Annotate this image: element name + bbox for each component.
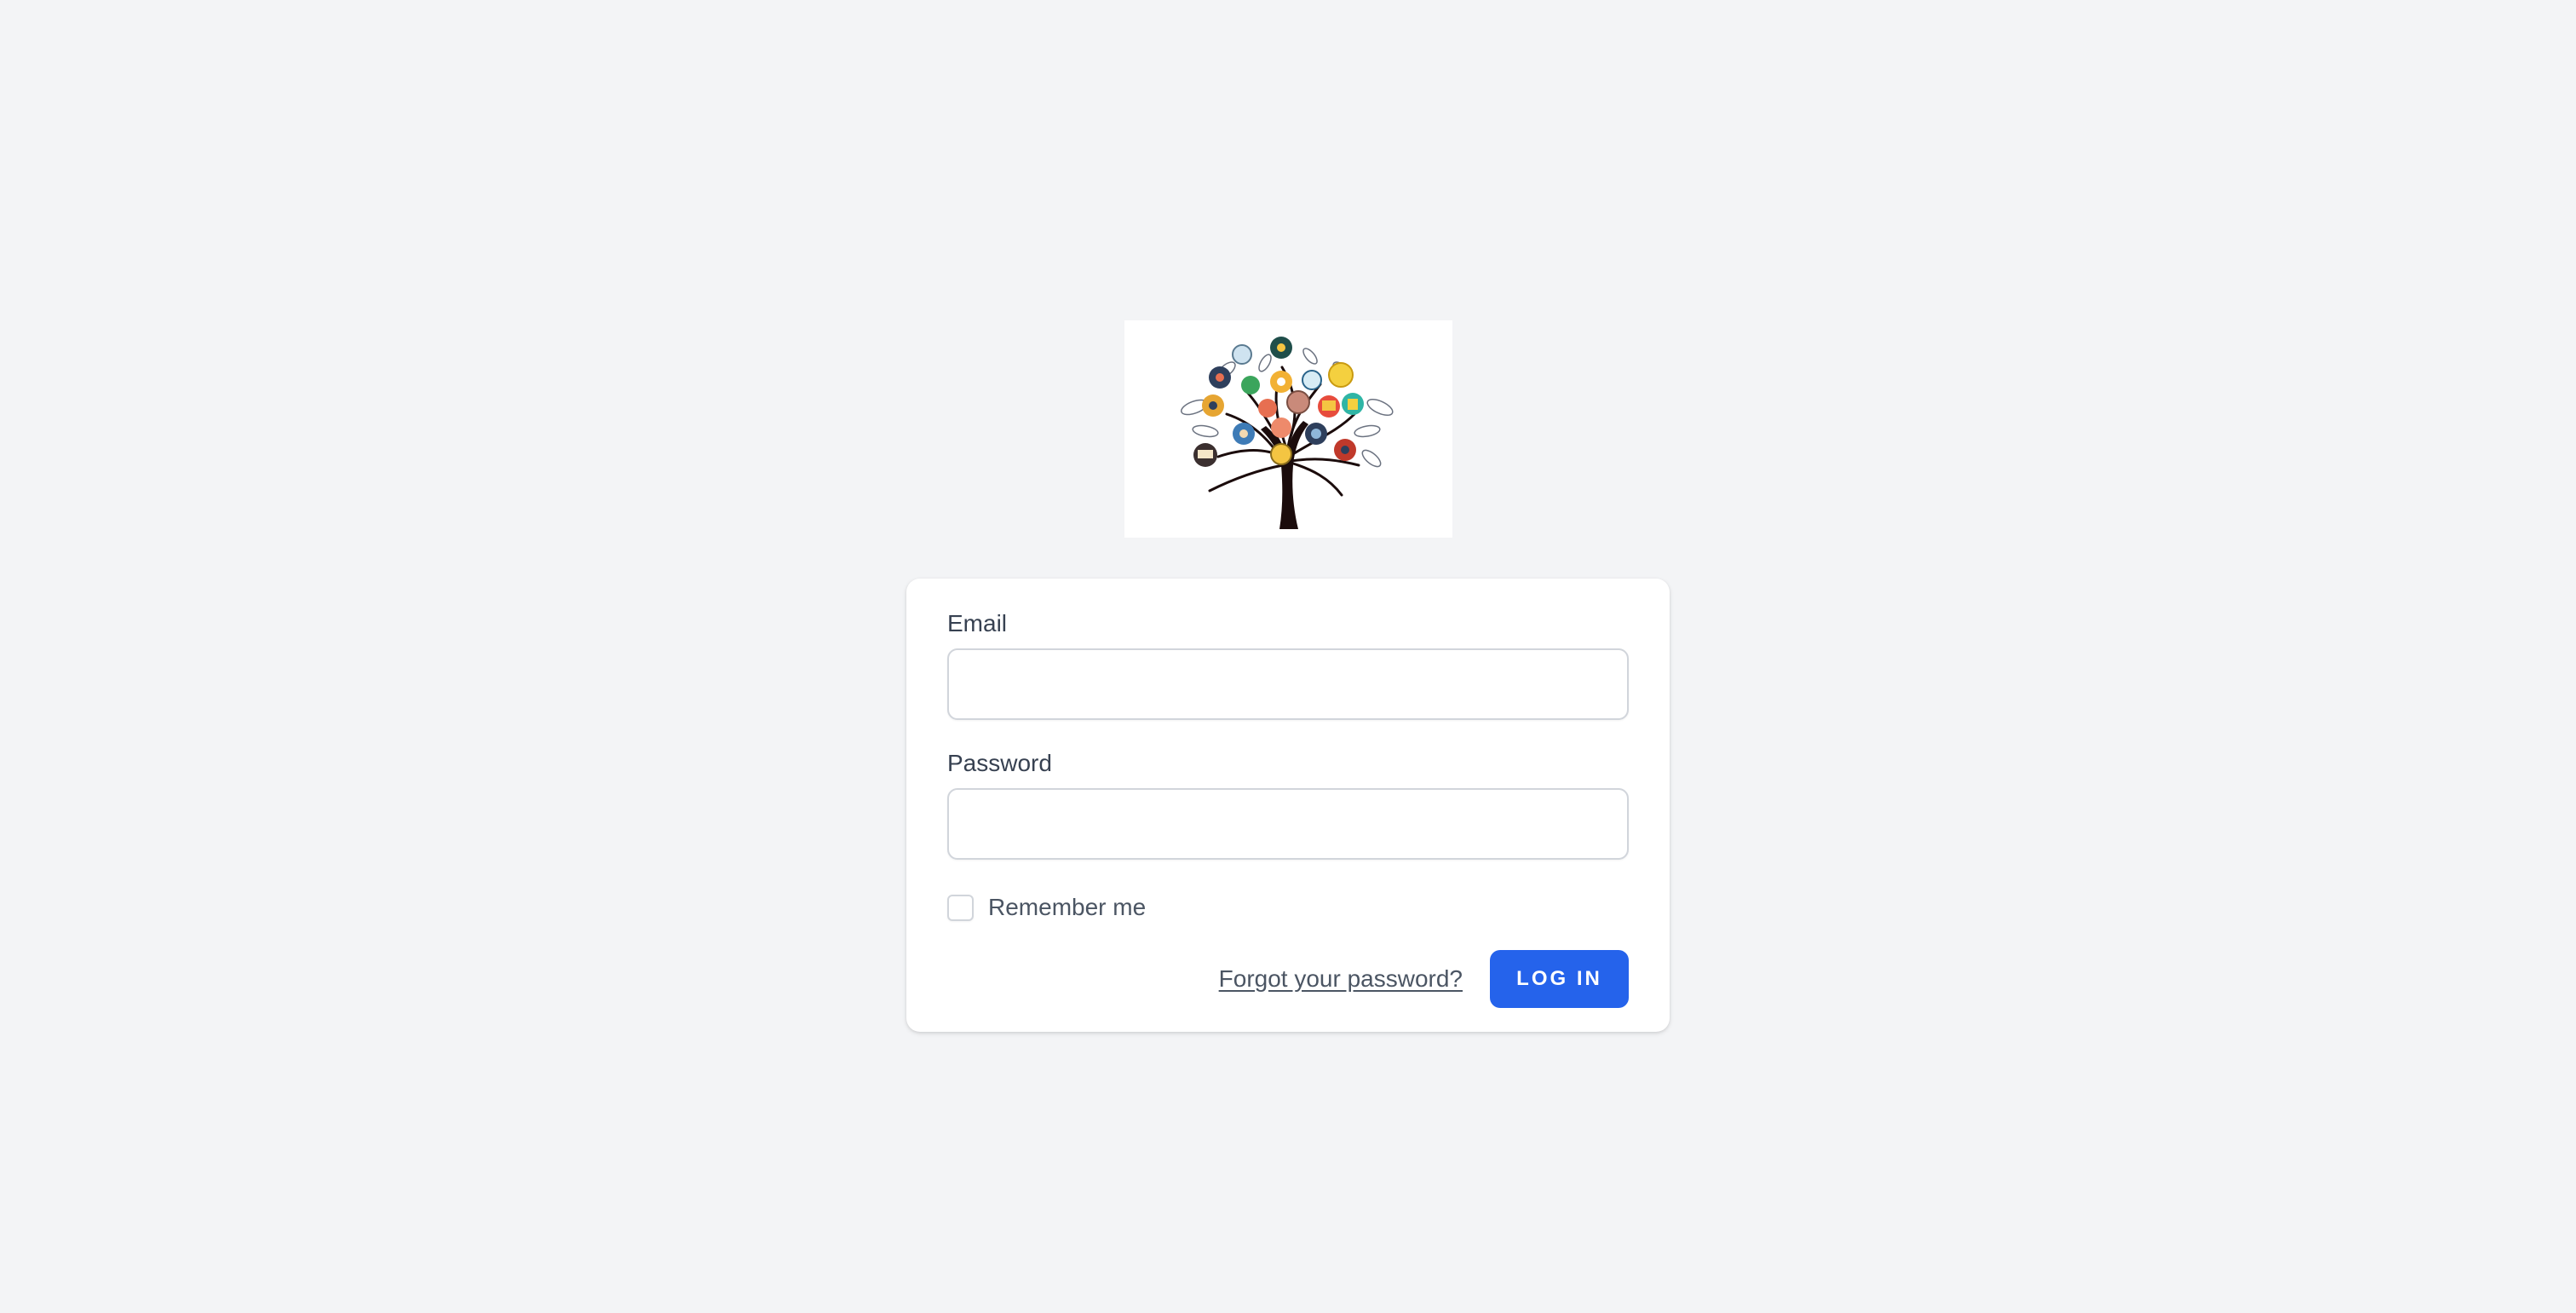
login-card: Email Password Remember me Forgot your p… (906, 579, 1670, 1032)
remember-me-row: Remember me (947, 892, 1629, 923)
remember-me-label: Remember me (988, 894, 1147, 920)
tree-logo-icon (1181, 337, 1394, 529)
forgot-password-link[interactable]: Forgot your password? (1219, 965, 1463, 993)
login-button[interactable]: LOG IN (1490, 950, 1629, 1008)
logo (1124, 320, 1452, 538)
remember-me-checkbox[interactable] (947, 894, 974, 921)
password-field[interactable] (947, 788, 1629, 860)
email-label: Email (947, 610, 1008, 636)
password-label: Password (947, 750, 1052, 776)
form-actions: Forgot your password? LOG IN (947, 950, 1629, 1008)
email-field[interactable] (947, 648, 1629, 720)
password-group: Password (947, 749, 1629, 860)
email-group: Email (947, 609, 1629, 720)
login-page: Email Password Remember me Forgot your p… (0, 0, 2576, 1313)
